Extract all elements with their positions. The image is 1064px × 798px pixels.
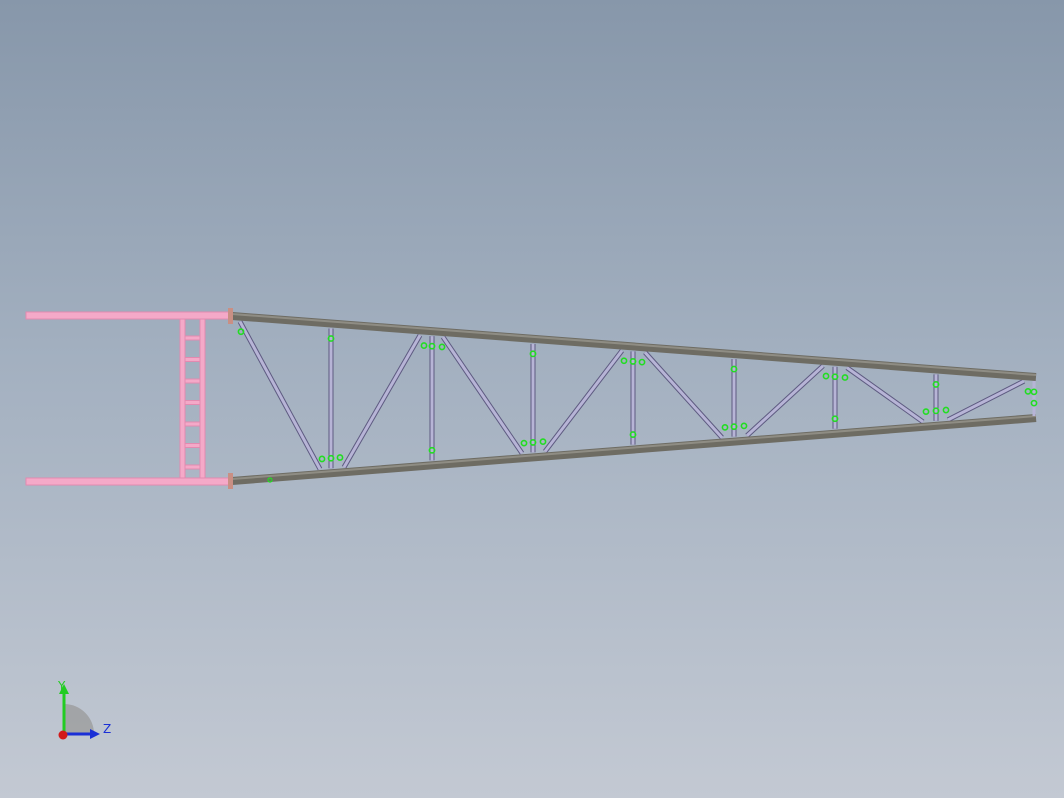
ladder-rung	[184, 464, 201, 470]
triad-plane-shade	[64, 704, 94, 734]
ladder-rung	[184, 443, 201, 448]
weld-symbols	[237, 328, 1038, 483]
weld-symbol	[336, 454, 344, 461]
ladder-rung	[184, 357, 201, 362]
ladder-rung	[184, 378, 201, 384]
end-plate-top[interactable]	[228, 308, 233, 324]
end-plate-bottom[interactable]	[228, 473, 233, 489]
web-member[interactable]	[643, 351, 724, 439]
weld-symbol	[520, 439, 528, 447]
ladder-bottom-rail[interactable]	[25, 477, 233, 486]
weld-symbol	[942, 406, 950, 414]
weld-symbol	[841, 374, 849, 381]
weld-symbol	[822, 372, 830, 380]
web-member[interactable]	[745, 364, 825, 437]
ladder-top-rail[interactable]	[25, 311, 233, 320]
3d-viewport[interactable]: Y Z	[0, 0, 1064, 798]
axis-triad: Y Z	[57, 679, 111, 740]
weld-symbol	[638, 358, 646, 366]
weld-symbol	[539, 438, 547, 446]
weld-symbol	[438, 343, 446, 351]
web-member[interactable]	[238, 320, 322, 470]
ladder-rung	[184, 335, 201, 341]
ladder-rung	[184, 421, 201, 427]
web-member[interactable]	[342, 334, 422, 468]
web-member[interactable]	[441, 336, 524, 455]
weld-symbol	[237, 328, 245, 336]
ladder-post-left[interactable]	[179, 318, 186, 479]
y-axis-label: Y	[57, 679, 66, 693]
weld-symbol	[721, 423, 729, 431]
ladder-rungs	[184, 335, 201, 470]
weld-symbol	[620, 357, 628, 365]
z-axis-label: Z	[103, 722, 111, 736]
weld-symbol	[420, 342, 428, 349]
x-axis-origin	[58, 730, 68, 740]
web-member[interactable]	[846, 366, 924, 424]
web-member[interactable]	[543, 349, 624, 453]
weld-symbol	[1024, 387, 1032, 395]
weld-symbol	[318, 455, 326, 463]
weld-symbol	[922, 408, 930, 416]
web-member[interactable]	[947, 379, 1025, 422]
weld-symbol	[740, 422, 748, 430]
z-arrow-head	[90, 729, 100, 739]
truss-model[interactable]	[0, 0, 1064, 798]
ladder-rung	[184, 400, 201, 405]
ladder-post-right[interactable]	[199, 318, 206, 479]
ladder-bracket[interactable]	[25, 311, 233, 486]
